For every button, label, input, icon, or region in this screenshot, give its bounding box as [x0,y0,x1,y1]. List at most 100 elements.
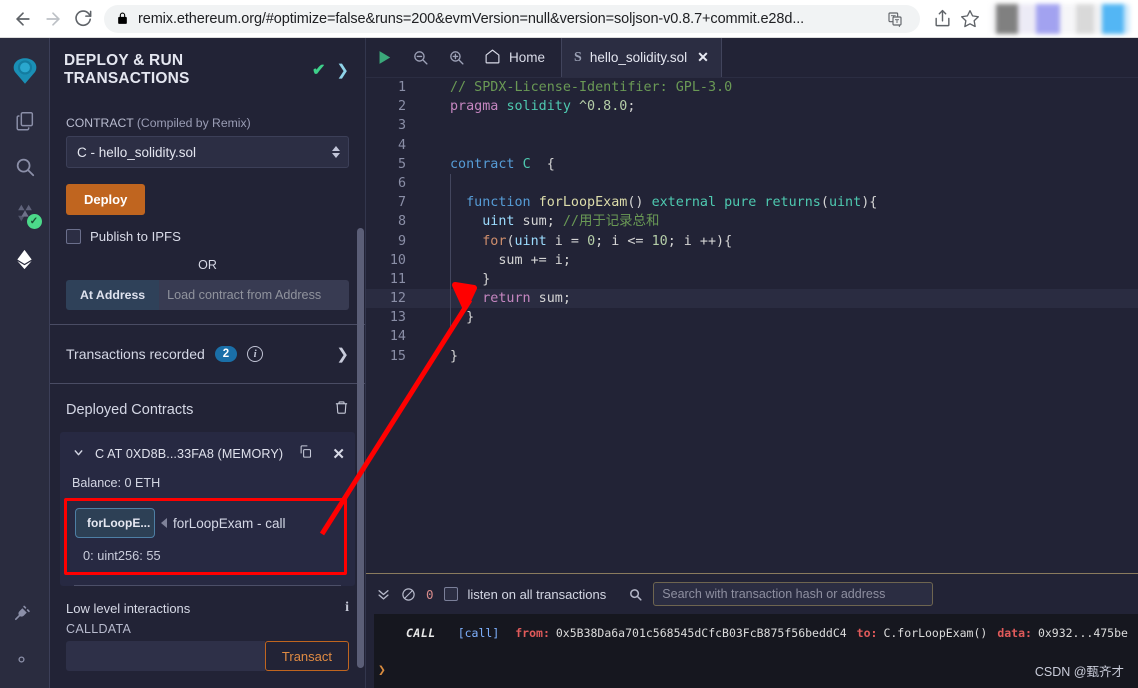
code-line: 15} [366,347,1138,366]
code-line: 1 // SPDX-License-Identifier: GPL-3.0 [366,78,1138,97]
code-token: contract [450,156,523,172]
code-token: pragma [450,99,507,115]
panel-scrollbar[interactable] [357,228,364,668]
remix-ide: ✓ DEPLOY & RUN TRANSACTIONS ✔ ❯ CONTRACT… [0,38,1138,688]
code-token: } [450,310,475,326]
tab-home[interactable]: Home [474,38,561,77]
indent-guide [450,193,451,213]
tab-hello-solidity[interactable]: S hello_solidity.sol ✕ [561,38,722,77]
code-text[interactable] [418,136,450,155]
solidity-compiler-icon[interactable]: ✓ [4,190,46,236]
code-token: C [522,156,539,172]
clear-console-icon[interactable] [401,587,416,602]
forward-button[interactable] [38,4,68,34]
contract-instance-header[interactable]: C AT 0XD8B...33FA8 (MEMORY) ✕ [68,442,347,466]
terminal-panel: 0 listen on all transactions CALL [call]… [366,573,1138,688]
copy-icon[interactable] [298,444,313,464]
settings-gear-icon[interactable] [0,636,42,682]
code-line: 5 contract C { [366,155,1138,174]
zoom-out-icon[interactable] [402,38,438,77]
code-token: } [450,271,491,287]
run-script-icon[interactable] [366,38,402,77]
contract-balance: Balance: 0 ETH [72,476,161,490]
line-number: 14 [389,329,406,345]
chevron-right-icon[interactable]: ❯ [336,61,349,79]
contract-select[interactable]: C - hello_solidity.sol [66,136,349,168]
code-text[interactable]: contract C { [418,155,555,174]
share-icon[interactable] [928,5,956,33]
code-text[interactable]: return sum; [418,289,571,309]
code-token: solidity [506,99,579,115]
trash-icon[interactable] [334,400,349,420]
indent-guide [450,289,451,309]
publish-ipfs-row[interactable]: Publish to IPFS [66,229,349,244]
terminal-search-input[interactable] [653,582,934,606]
contract-instance-name: C AT 0XD8B...33FA8 (MEMORY) [95,447,284,461]
info-icon[interactable]: i [345,600,349,616]
back-button[interactable] [8,4,38,34]
forloopexam-call-button[interactable]: forLoopE... [75,508,155,538]
chevron-right-icon[interactable]: ❯ [336,345,349,363]
at-address-button[interactable]: At Address [66,280,160,310]
info-circle-icon[interactable]: i [247,346,264,362]
translate-icon[interactable] [882,6,908,32]
code-text[interactable] [418,116,450,135]
contract-field-label: CONTRACT (Compiled by Remix) [66,116,349,130]
code-editor[interactable]: 1 // SPDX-License-Identifier: GPL-3.0 2 pra… [366,78,1138,573]
omnibox-actions [880,6,908,32]
calldata-input[interactable] [66,641,265,671]
transactions-recorded-card[interactable]: Transactions recorded 2 i ❯ [50,324,365,384]
function-call-row: forLoopE... forLoopExam - call [75,508,336,538]
terminal-prompt-icon[interactable]: ❯ [378,663,386,678]
reload-button[interactable] [68,4,98,34]
transactions-recorded-label: Transactions recorded [66,346,205,362]
close-icon[interactable]: ✕ [332,445,345,463]
terminal-log[interactable]: CALL [call] from: 0x5B38Da6a701c568545dC… [366,614,1138,688]
code-text[interactable]: for(uint i = 0; i <= 10; i ++){ [418,231,732,251]
chevron-down-icon[interactable] [72,446,85,462]
address-bar[interactable]: remix.ethereum.org/#optimize=false&runs=… [104,4,920,33]
deploy-run-icon[interactable] [4,236,46,282]
code-line: 8 uint sum; //用于记录总和 [366,212,1138,232]
deployed-contracts-header: Deployed Contracts [50,384,365,432]
code-text[interactable]: } [418,347,458,366]
file-explorer-icon[interactable] [4,98,46,144]
code-token: sum += i; [450,252,571,268]
deploy-button[interactable]: Deploy [66,184,146,215]
log-to-key: to: [856,626,878,640]
code-text[interactable]: } [418,308,475,328]
compile-success-badge: ✓ [26,214,42,229]
code-text[interactable] [418,173,451,194]
code-text[interactable]: function forLoopExam() external pure ret… [418,193,877,213]
close-icon[interactable]: ✕ [697,49,709,66]
zoom-in-icon[interactable] [438,38,474,77]
low-level-interactions-header: Low level interactions i [50,586,365,616]
contract-label-text: CONTRACT [66,116,134,130]
code-text[interactable]: } [418,269,491,290]
bookmark-star-icon[interactable] [956,5,984,33]
publish-ipfs-checkbox[interactable] [66,229,81,244]
tab-file-label: hello_solidity.sol [589,50,688,65]
transact-button[interactable]: Transact [264,641,349,671]
code-token: ; i <= [595,233,652,249]
code-text[interactable] [418,327,450,346]
search-icon[interactable] [628,587,643,602]
line-number: 15 [389,348,406,364]
code-token: uint [828,195,862,211]
listen-all-transactions-checkbox[interactable] [443,587,458,601]
remix-logo-icon[interactable] [4,44,46,98]
terminal-log-entry[interactable]: CALL [call] from: 0x5B38Da6a701c568545dC… [366,622,1138,644]
log-from-value: 0x5B38Da6a701c568545dCfcB03FcB875f56bedd… [555,626,847,640]
plugin-manager-icon[interactable] [0,590,42,636]
code-text[interactable]: pragma solidity ^0.8.0; [418,97,635,116]
search-icon[interactable] [4,144,46,190]
chevron-double-down-icon[interactable] [376,587,391,602]
at-address-input[interactable] [159,280,349,310]
watermark-label: CSDN @甄齐才 [1034,665,1124,679]
code-text[interactable]: sum += i; [418,250,571,270]
browser-extensions-redacted [990,3,1130,34]
code-text[interactable]: // SPDX-License-Identifier: GPL-3.0 [418,78,732,97]
terminal-search-group [628,582,1128,606]
code-text[interactable]: uint sum; //用于记录总和 [418,212,659,232]
code-token: sum; [530,291,571,307]
